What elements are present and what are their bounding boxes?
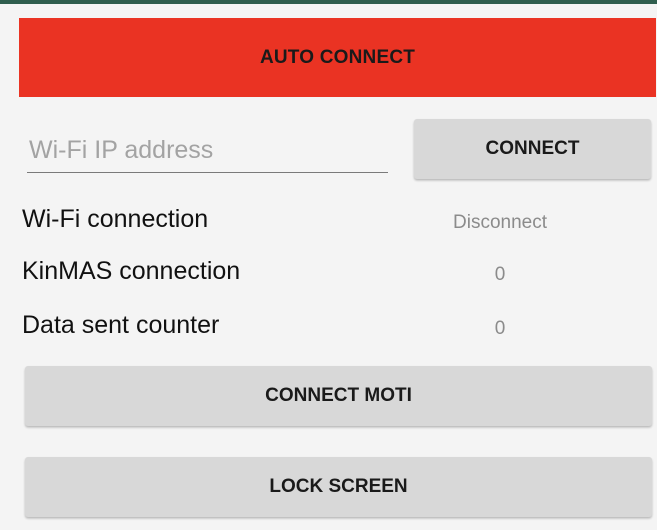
connect-button[interactable]: CONNECT <box>414 119 651 179</box>
connect-moti-button[interactable]: CONNECT MOTI <box>25 366 652 426</box>
wifi-ip-input[interactable] <box>27 128 388 172</box>
data-sent-label: Data sent counter <box>22 311 220 339</box>
data-sent-value: 0 <box>494 318 506 339</box>
kinmas-connection-label: KinMAS connection <box>22 257 241 285</box>
wifi-connection-row: Wi-Fi connection Disconnect <box>22 205 652 245</box>
auto-connect-button[interactable]: AUTO CONNECT <box>19 18 656 97</box>
kinmas-connection-value: 0 <box>494 264 506 285</box>
data-sent-row: Data sent counter 0 <box>22 311 652 351</box>
wifi-connection-label: Wi-Fi connection <box>22 205 209 233</box>
wifi-connection-value: Disconnect <box>453 212 547 233</box>
top-divider <box>0 0 657 4</box>
wifi-ip-field[interactable] <box>27 128 388 173</box>
kinmas-connection-row: KinMAS connection 0 <box>22 257 652 297</box>
lock-screen-button[interactable]: LOCK SCREEN <box>25 457 652 517</box>
